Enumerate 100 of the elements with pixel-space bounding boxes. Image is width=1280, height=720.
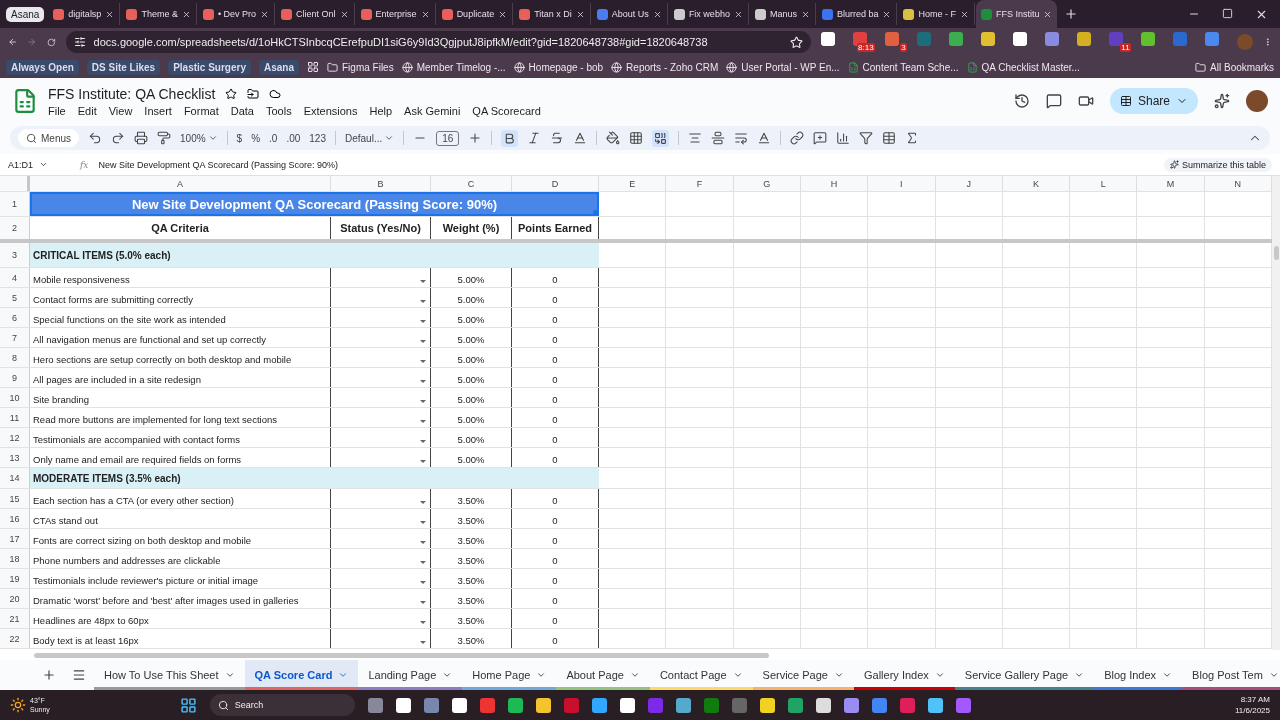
- browser-tab[interactable]: Theme &: [121, 3, 197, 25]
- chart-icon[interactable]: [836, 131, 851, 145]
- row-number[interactable]: 11: [0, 408, 30, 427]
- sheet-tab[interactable]: Gallery Index: [854, 660, 955, 690]
- sheets-logo-icon[interactable]: [12, 88, 38, 114]
- sheet-tab[interactable]: Service Gallery Page: [954, 660, 1095, 690]
- column-header[interactable]: F: [666, 176, 734, 191]
- bookmark[interactable]: Figma Files: [327, 61, 394, 73]
- bold-button[interactable]: [501, 129, 519, 147]
- app-icon[interactable]: [759, 697, 775, 713]
- browser-tab[interactable]: Blurred ba: [816, 3, 898, 25]
- restore-icon[interactable]: [1222, 7, 1233, 19]
- vertical-align-icon[interactable]: [711, 131, 726, 145]
- sheet-tab[interactable]: Blog Post Tem: [1182, 660, 1280, 690]
- menu-item[interactable]: Data: [230, 104, 254, 117]
- bookmark-chip[interactable]: Always Open: [6, 59, 79, 75]
- clock[interactable]: 8:37 AM 11/6/2025: [1235, 694, 1270, 716]
- column-header[interactable]: C: [431, 176, 512, 191]
- row-number[interactable]: 8: [0, 348, 30, 367]
- format-button[interactable]: %: [251, 132, 261, 144]
- sheet-tab[interactable]: About Page: [556, 660, 650, 690]
- video-icon[interactable]: [1077, 93, 1094, 109]
- menu-item[interactable]: QA Scorecard: [472, 104, 541, 117]
- app-icon[interactable]: [619, 697, 635, 713]
- row-number[interactable]: 6: [0, 308, 30, 327]
- share-button[interactable]: Share: [1109, 88, 1198, 114]
- menu-item[interactable]: Insert: [144, 104, 172, 117]
- menu-item[interactable]: File: [48, 104, 66, 117]
- app-icon[interactable]: [507, 697, 523, 713]
- font-select[interactable]: Defaul...: [345, 132, 395, 144]
- menu-item[interactable]: Ask Gemini: [404, 104, 461, 117]
- weather-icon[interactable]: [10, 697, 26, 713]
- close-icon[interactable]: [339, 9, 349, 19]
- browser-tab[interactable]: Manus: [749, 3, 816, 25]
- document-title[interactable]: FFS Institute: QA Checklist: [48, 85, 216, 102]
- summarize-button[interactable]: Summarize this table: [1163, 157, 1272, 172]
- close-icon[interactable]: [575, 9, 585, 19]
- row-number[interactable]: 2: [0, 217, 30, 239]
- format-button[interactable]: 123: [309, 132, 326, 144]
- column-header[interactable]: L: [1070, 176, 1138, 191]
- vertical-scrollbar[interactable]: [1272, 176, 1280, 650]
- row-number[interactable]: 1: [0, 192, 30, 216]
- close-icon[interactable]: [652, 9, 662, 19]
- close-icon[interactable]: [733, 9, 743, 19]
- redo-icon[interactable]: [111, 131, 125, 145]
- bookmark-chip[interactable]: Asana: [259, 59, 299, 75]
- menu-item[interactable]: Extensions: [303, 104, 358, 117]
- browser-tab[interactable]: digitalsp: [48, 3, 121, 25]
- row-number[interactable]: 15: [0, 489, 30, 508]
- row-number[interactable]: 22: [0, 629, 30, 648]
- app-icon[interactable]: [927, 697, 943, 713]
- row-number[interactable]: 3: [0, 243, 30, 267]
- filter-icon[interactable]: [859, 131, 874, 145]
- browser-tab[interactable]: About Us: [591, 3, 668, 25]
- row-number[interactable]: 20: [0, 589, 30, 608]
- text-color-icon[interactable]: [573, 131, 588, 145]
- close-icon[interactable]: [260, 9, 270, 19]
- app-icon[interactable]: [675, 697, 691, 713]
- all-bookmarks[interactable]: All Bookmarks: [1195, 61, 1274, 73]
- browser-tab[interactable]: Client Onl: [276, 3, 355, 25]
- sheet-tab[interactable]: Blog Index: [1094, 660, 1183, 690]
- close-icon[interactable]: [420, 9, 430, 19]
- format-button[interactable]: $: [236, 132, 243, 144]
- row-number[interactable]: 18: [0, 549, 30, 568]
- column-header[interactable]: K: [1002, 176, 1071, 191]
- sheet-tab[interactable]: Landing Page: [358, 660, 463, 690]
- app-icon[interactable]: [591, 697, 607, 713]
- italic-icon[interactable]: [527, 131, 542, 145]
- column-header[interactable]: E: [599, 176, 667, 191]
- menu-item[interactable]: Help: [369, 104, 393, 117]
- close-icon[interactable]: [105, 9, 115, 19]
- comment-icon[interactable]: [1045, 93, 1062, 109]
- close-icon[interactable]: [882, 9, 892, 19]
- address-bar[interactable]: docs.google.com/spreadsheets/d/1oHkCTSInbcqCErefpuDI1siG6y9Id3QgjputJ8ipfkM/edit?gid=1820648738#gid=1820648738: [65, 31, 811, 53]
- zoom-select[interactable]: 100%: [180, 132, 218, 144]
- browser-tab[interactable]: FFS Institu: [975, 0, 1058, 28]
- sheet-tab[interactable]: How To Use This Sheet: [94, 660, 245, 690]
- formula-text[interactable]: New Site Development QA Scorecard (Passing Score: 90%): [98, 159, 339, 170]
- format-button[interactable]: .0: [269, 132, 278, 144]
- menus-search-field[interactable]: Menus: [18, 129, 79, 147]
- column-header[interactable]: D: [512, 176, 599, 191]
- column-header[interactable]: A: [30, 176, 331, 191]
- fill-color-icon[interactable]: [606, 131, 621, 145]
- bookmark-chip[interactable]: DS Site Likes: [86, 59, 161, 75]
- app-icon[interactable]: [843, 697, 859, 713]
- sparkle-icon[interactable]: [1214, 93, 1230, 109]
- browser-tab[interactable]: Duplicate: [436, 3, 514, 25]
- close-icon[interactable]: [959, 9, 969, 19]
- font-size-field[interactable]: 16: [436, 130, 460, 146]
- row-number[interactable]: 17: [0, 529, 30, 548]
- tab-group-chip[interactable]: Asana: [6, 6, 45, 22]
- close-icon[interactable]: [800, 9, 810, 19]
- close-icon[interactable]: [181, 9, 191, 19]
- apps-icon[interactable]: [307, 61, 319, 73]
- close-icon[interactable]: [1043, 9, 1053, 19]
- menu-item[interactable]: Edit: [77, 104, 97, 117]
- browser-tab[interactable]: Fix webho: [668, 3, 749, 25]
- fill-handle[interactable]: [593, 210, 598, 215]
- row-number[interactable]: 19: [0, 569, 30, 588]
- column-header[interactable]: I: [868, 176, 936, 191]
